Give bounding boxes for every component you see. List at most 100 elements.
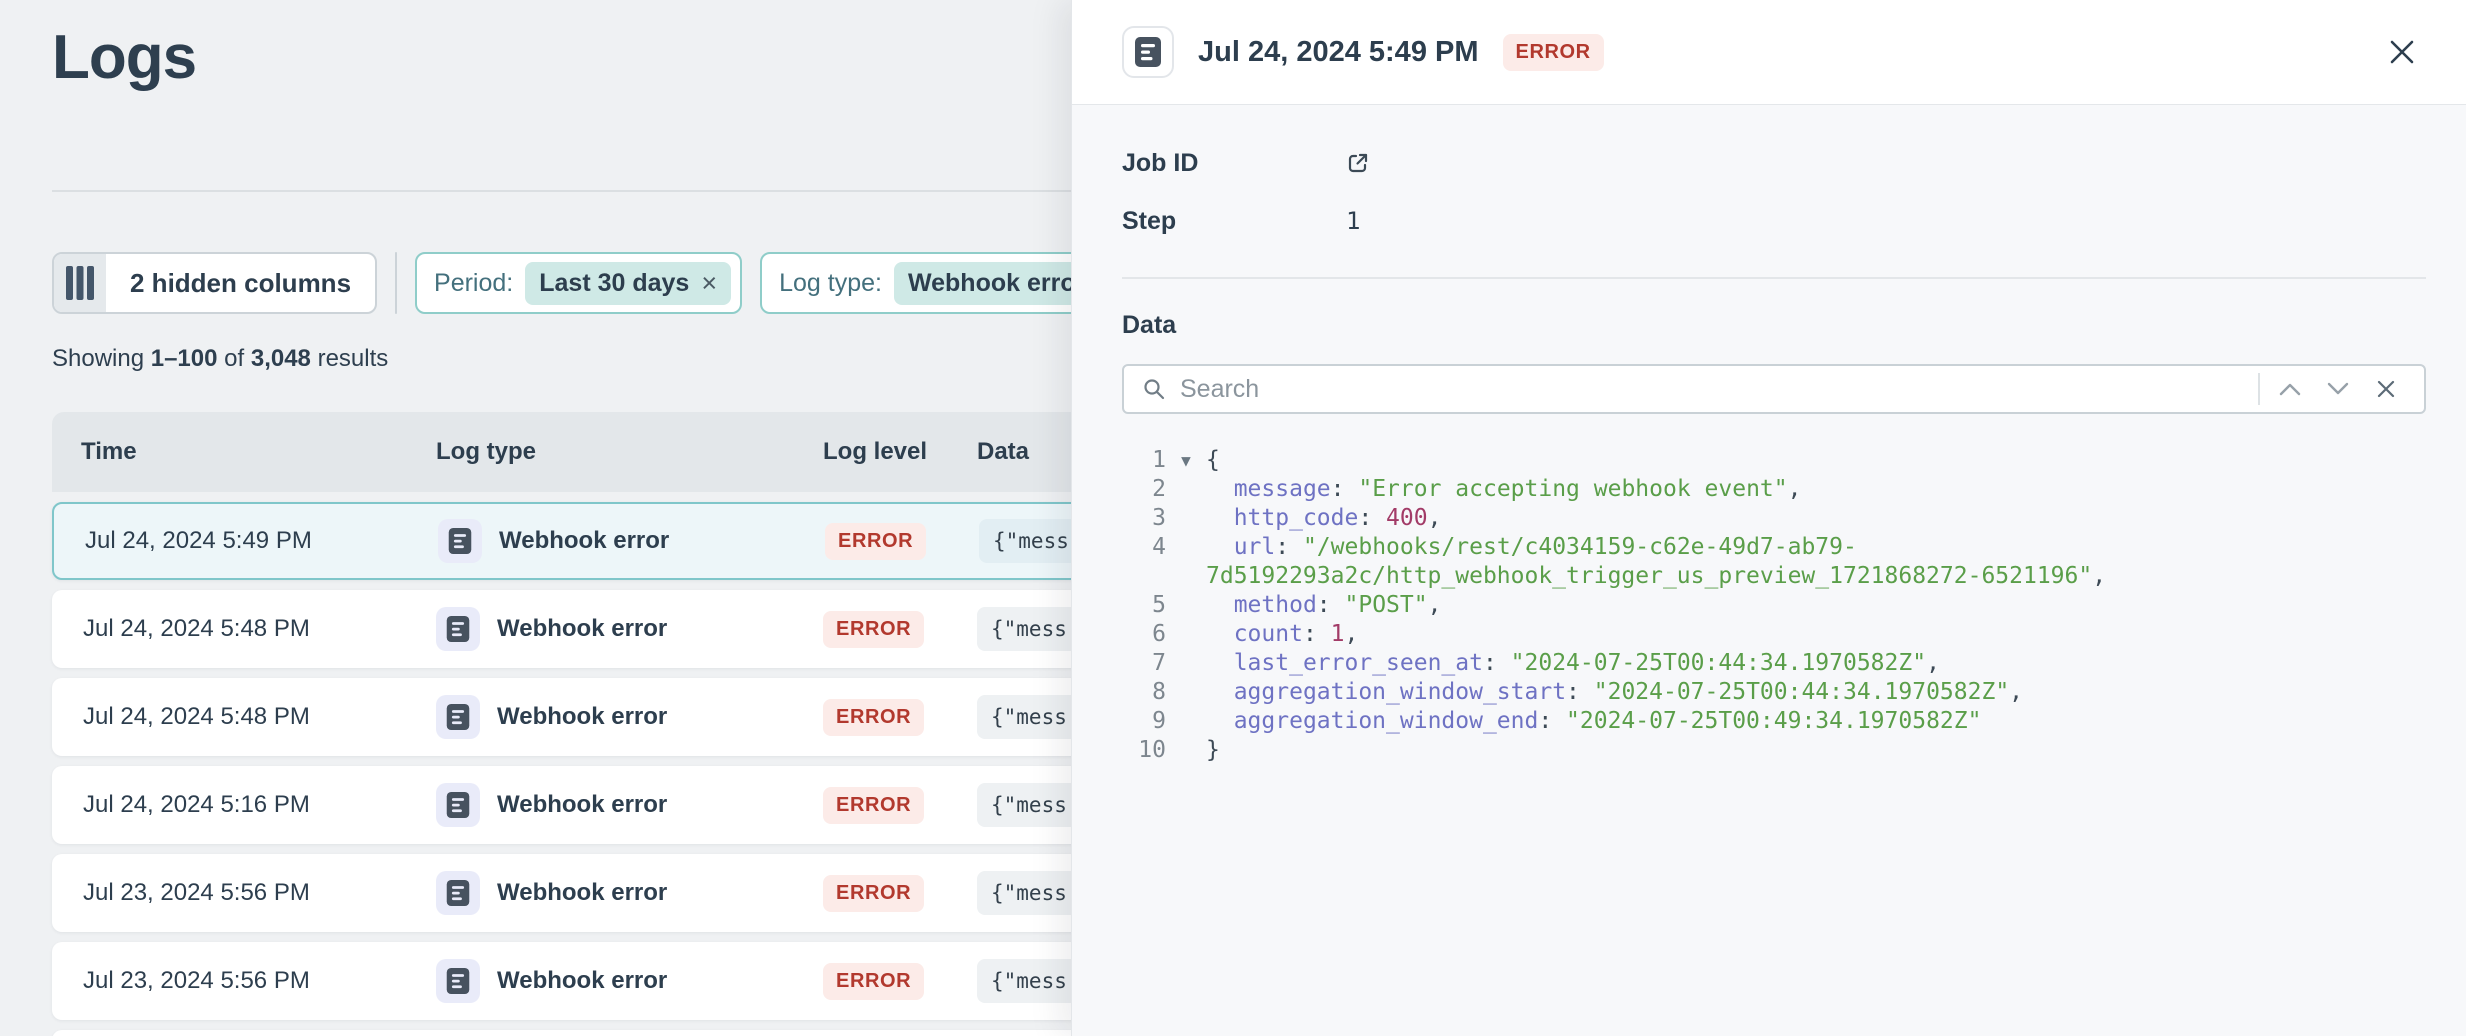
line-number: 3 [1122,504,1166,533]
json-code-viewer[interactable]: 1▼{2 message: "Error accepting webhook e… [1122,446,2426,765]
code-line-content: last_error_seen_at: "2024-07-25T00:44:34… [1206,649,1940,678]
code-line-content: count: 1, [1206,620,1358,649]
detail-field: Job ID [1122,147,2426,179]
line-number: 10 [1122,736,1166,765]
filter-separator [395,252,397,314]
search-close-icon[interactable] [2362,373,2410,405]
code-line-content: http_code: 400, [1206,504,1441,533]
status-badge: ERROR [823,963,924,1000]
code-line: 3 http_code: 400, [1122,504,2426,533]
row-log-type: Webhook error [436,695,823,739]
row-log-type-label: Webhook error [497,879,667,907]
row-time: Jul 24, 2024 5:16 PM [52,791,436,819]
code-line: 2 message: "Error accepting webhook even… [1122,475,2426,504]
row-time: Jul 23, 2024 5:56 PM [52,879,436,907]
filter-chip-label: Period: [434,269,513,298]
log-type-icon [436,695,480,739]
filter-chip-value-text: Webhook error [908,269,1085,298]
filter-chip-value-text: Last 30 days [539,269,689,298]
search-next-icon[interactable] [2314,376,2362,402]
code-line: 7d5192293a2c/http_webhook_trigger_us_pre… [1122,562,2426,591]
log-type-icon [436,959,480,1003]
remove-filter-icon[interactable]: × [701,270,717,297]
filter-bar: 2 hidden columns Period: Last 30 days × … [52,252,1138,314]
data-section-label: Data [1122,311,2426,340]
code-line: 5 method: "POST", [1122,591,2426,620]
line-number: 7 [1122,649,1166,678]
gutter-spacer [1166,707,1206,736]
row-log-level: ERROR [823,875,977,912]
code-line-content: 7d5192293a2c/http_webhook_trigger_us_pre… [1206,562,2106,591]
app: Logs 2 hidden columns Period: Last 30 da… [0,0,2466,1036]
gutter-spacer [1166,475,1206,504]
line-number: 1 [1122,446,1166,475]
line-number: 8 [1122,678,1166,707]
gutter-spacer [1166,562,1206,591]
panel-header: Jul 24, 2024 5:49 PM ERROR [1072,0,2466,105]
detail-fields: Job ID Step 1 [1122,147,2426,237]
detail-field-label: Step [1122,207,1346,236]
row-log-type-label: Webhook error [497,967,667,995]
column-header-time: Time [52,438,436,466]
search-input[interactable] [1180,375,2244,404]
row-time: Jul 24, 2024 5:48 PM [52,703,436,731]
row-log-level: ERROR [823,787,977,824]
row-log-type: Webhook error [436,783,823,827]
column-header-log-level: Log level [823,438,977,466]
row-log-type: Webhook error [436,607,823,651]
row-log-type: Webhook error [438,519,825,563]
code-line: 6 count: 1, [1122,620,2426,649]
status-badge: ERROR [823,611,924,648]
hidden-columns-label: 2 hidden columns [106,268,375,299]
status-badge: ERROR [823,699,924,736]
gutter-spacer [1166,649,1206,678]
line-number: 5 [1122,591,1166,620]
detail-field-label: Job ID [1122,149,1346,178]
code-line-content: { [1206,446,1220,475]
row-time: Jul 23, 2024 5:56 PM [52,967,436,995]
log-type-icon [436,607,480,651]
line-number: 6 [1122,620,1166,649]
row-log-type-label: Webhook error [497,791,667,819]
code-line-content: } [1206,736,1220,765]
external-link-icon[interactable] [1346,151,1370,175]
hidden-columns-button[interactable]: 2 hidden columns [52,252,377,314]
data-preview-chip: {"mess [977,607,1081,651]
data-preview-chip: {"mess [977,783,1081,827]
code-line-content: url: "/webhooks/rest/c4034159-c62e-49d7-… [1206,533,1857,562]
row-log-type-label: Webhook error [497,703,667,731]
line-number: 4 [1122,533,1166,562]
code-line-content: message: "Error accepting webhook event"… [1206,475,1801,504]
code-line: 8 aggregation_window_start: "2024-07-25T… [1122,678,2426,707]
code-line-content: aggregation_window_start: "2024-07-25T00… [1206,678,2023,707]
gutter-spacer [1166,678,1206,707]
log-type-icon [438,519,482,563]
section-divider [1122,277,2426,279]
log-type-icon [436,871,480,915]
search-controls [2258,373,2410,405]
collapse-toggle-icon[interactable]: ▼ [1166,446,1206,475]
data-preview-chip: {"mess [979,519,1083,563]
code-search-bar [1122,364,2426,414]
row-log-type-label: Webhook error [499,527,669,555]
gutter-spacer [1166,620,1206,649]
line-number [1122,562,1166,591]
gutter-spacer [1166,504,1206,533]
code-line-content: method: "POST", [1206,591,1441,620]
close-icon[interactable] [2384,34,2420,70]
log-entry-icon [1122,26,1174,78]
row-log-level: ERROR [823,611,977,648]
detail-field-value: 1 [1346,207,1360,235]
status-badge: ERROR [1503,34,1604,71]
columns-icon [54,254,106,312]
code-line-content: aggregation_window_end: "2024-07-25T00:4… [1206,707,1981,736]
data-preview-chip: {"mess [977,871,1081,915]
row-log-level: ERROR [823,699,977,736]
gutter-spacer [1166,736,1206,765]
filter-chip-value: Last 30 days × [525,262,731,305]
log-type-icon [436,783,480,827]
search-controls-separator [2258,373,2260,405]
search-prev-icon[interactable] [2266,376,2314,402]
row-log-type: Webhook error [436,871,823,915]
filter-chip: Period: Last 30 days × [415,252,742,314]
